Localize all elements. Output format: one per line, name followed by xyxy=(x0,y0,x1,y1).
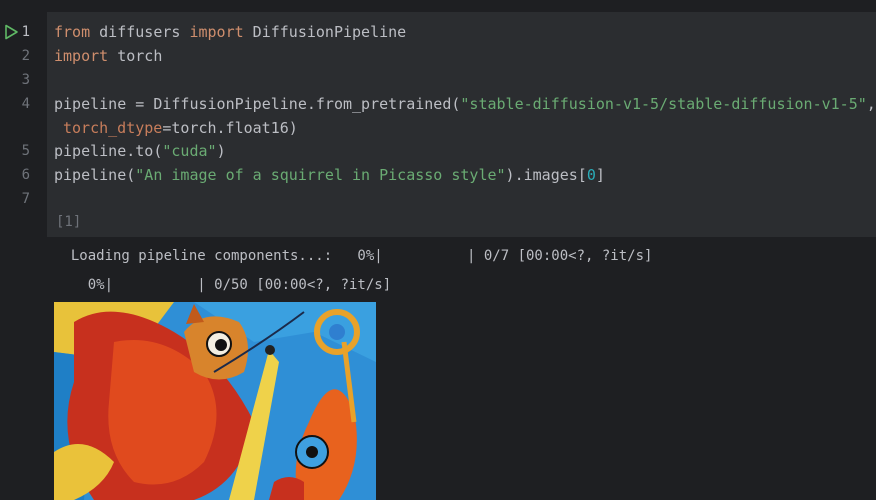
string-literal: "An image of a squirrel in Picasso style… xyxy=(135,166,506,184)
line-number: 3 xyxy=(21,72,30,88)
code-line-2[interactable]: import torch xyxy=(54,47,162,65)
generated-image xyxy=(54,302,376,500)
number-literal: 0 xyxy=(586,166,596,184)
line-number: 1 xyxy=(21,24,30,40)
code-text: ) xyxy=(216,142,226,160)
line-number: 2 xyxy=(21,48,30,64)
keyword: from xyxy=(54,23,91,41)
code-text: DiffusionPipeline xyxy=(243,23,407,41)
code-line-6[interactable]: pipeline("An image of a squirrel in Pica… xyxy=(54,166,605,184)
code-line-4-continued[interactable]: torch_dtype=torch.float16) xyxy=(63,119,298,137)
editor-top-bar xyxy=(0,0,876,12)
code-text: pipeline( xyxy=(54,166,136,184)
execution-count: [1] xyxy=(56,214,82,230)
code-text: , xyxy=(866,95,876,113)
line-number: 4 xyxy=(21,96,30,112)
code-text: pipeline = DiffusionPipeline.from_pretra… xyxy=(54,95,461,113)
code-line-4[interactable]: pipeline = DiffusionPipeline.from_pretra… xyxy=(54,95,876,113)
parameter-name: torch_dtype xyxy=(63,119,163,137)
code-line-5[interactable]: pipeline.to("cuda") xyxy=(54,142,226,160)
code-line-1[interactable]: from diffusers import DiffusionPipeline xyxy=(54,23,406,41)
string-literal: "stable-diffusion-v1-5/stable-diffusion-… xyxy=(460,95,867,113)
code-text: pipeline.to( xyxy=(54,142,163,160)
code-text: ] xyxy=(595,166,605,184)
line-number: 5 xyxy=(21,143,30,159)
progress-output-pipeline: Loading pipeline components...: 0%| | 0/… xyxy=(54,248,653,264)
keyword: import xyxy=(54,47,109,65)
code-text: ).images[ xyxy=(505,166,587,184)
code-text: diffusers xyxy=(90,23,190,41)
line-number: 6 xyxy=(21,167,30,183)
line-number: 7 xyxy=(21,191,30,207)
code-text: torch xyxy=(108,47,163,65)
code-text: =torch.float16) xyxy=(162,119,298,137)
progress-output-steps: 0%| | 0/50 [00:00<?, ?it/s] xyxy=(54,277,392,293)
string-literal: "cuda" xyxy=(162,142,217,160)
keyword: import xyxy=(189,23,244,41)
